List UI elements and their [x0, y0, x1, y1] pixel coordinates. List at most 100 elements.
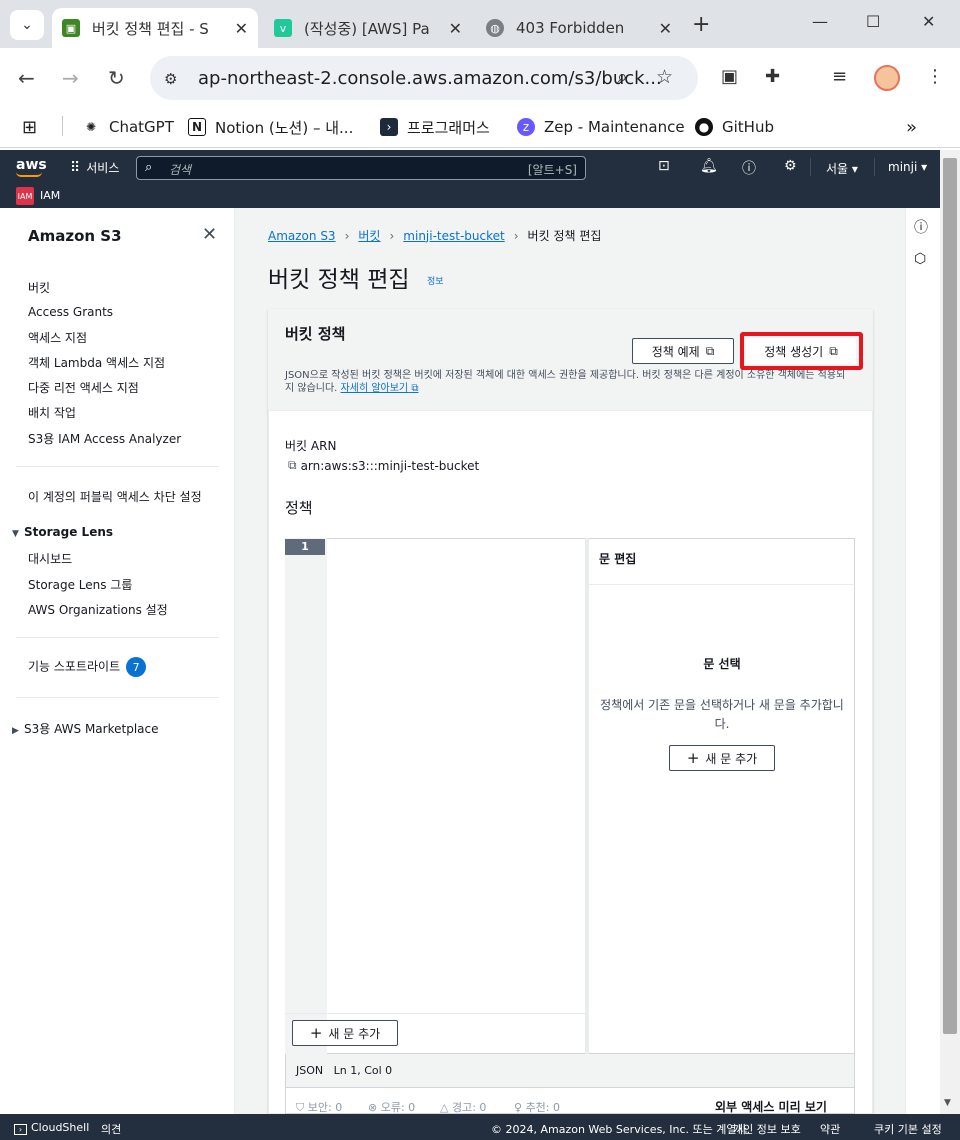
- tab-search-button[interactable]: ⌄: [10, 10, 44, 40]
- highlight-annotation: [740, 332, 863, 370]
- sidebar-item-access-analyzer[interactable]: S3용 IAM Access Analyzer: [28, 430, 181, 447]
- github-icon: ●: [695, 118, 713, 136]
- policy-json-editor[interactable]: [285, 538, 855, 1054]
- editor-divider: [285, 1013, 585, 1014]
- sidebar-item-dashboards[interactable]: 대시보드: [28, 550, 72, 567]
- privacy-link[interactable]: 개인 정보 보호: [733, 1121, 801, 1137]
- close-window-icon[interactable]: ✕: [922, 12, 935, 31]
- reload-icon[interactable]: ↻: [108, 66, 125, 90]
- breadcrumb-current: 버킷 정책 편집: [527, 229, 602, 243]
- nav-divider: [810, 158, 811, 176]
- extensions-icon[interactable]: ✚: [765, 66, 780, 87]
- tab-bucket-policy[interactable]: ▣ 버킷 정책 편집 - S ✕: [52, 8, 258, 48]
- chevron-right-icon: ›: [344, 228, 350, 243]
- sidebar-item-feature-spotlight[interactable]: 기능 스포트라이트 7: [28, 657, 147, 677]
- url-text[interactable]: ap-northeast-2.console.aws.amazon.com/s3…: [198, 68, 662, 89]
- add-statement-button[interactable]: + 새 문 추가: [292, 1020, 398, 1046]
- feedback-link[interactable]: 의견: [101, 1121, 121, 1137]
- notion-icon: N: [188, 118, 206, 136]
- sidebar-item-public-access-block[interactable]: 이 계정의 퍼블릭 액세스 차단 설정: [28, 488, 202, 505]
- forward-icon[interactable]: →: [62, 66, 79, 90]
- extension-notes-icon[interactable]: ▣: [721, 66, 738, 87]
- services-menu[interactable]: ⠿ 서비스: [70, 159, 119, 176]
- iam-service-icon[interactable]: IAM: [16, 187, 34, 205]
- bookmark-programmers[interactable]: › 프로그래머스: [380, 116, 490, 138]
- aws-search-input[interactable]: ⌕ 검색 [알트+S]: [136, 156, 586, 180]
- close-icon[interactable]: ✕: [202, 224, 217, 245]
- media-queue-icon[interactable]: ≡: [832, 66, 847, 87]
- sidebar-divider: [16, 637, 219, 638]
- breadcrumb-bucket[interactable]: minji-test-bucket: [403, 229, 504, 243]
- close-icon[interactable]: ✕: [449, 19, 462, 38]
- info-panel-icon[interactable]: ⓘ: [914, 217, 928, 237]
- breadcrumb-amazon-s3[interactable]: Amazon S3: [268, 229, 336, 243]
- new-tab-icon[interactable]: +: [692, 12, 710, 37]
- sidebar-item-access-grants[interactable]: Access Grants: [28, 305, 113, 319]
- sidebar-item-storage-lens-groups[interactable]: Storage Lens 그룹: [28, 576, 132, 593]
- gear-icon[interactable]: ⚙: [784, 158, 797, 174]
- cloudshell-icon[interactable]: ⊡: [658, 158, 670, 174]
- security-count[interactable]: ⛉ 보안: 0: [296, 1099, 342, 1115]
- zoom-icon[interactable]: ⌕: [617, 66, 628, 88]
- editor-gutter: [285, 538, 327, 1054]
- policy-examples-button[interactable]: 정책 예제 ⧉: [632, 338, 734, 364]
- suggestions-count[interactable]: ♀ 추천: 0: [514, 1099, 560, 1115]
- feedback-panel-icon[interactable]: ⬡: [914, 251, 926, 267]
- preview-external-access[interactable]: 외부 액세스 미리 보기: [715, 1098, 827, 1115]
- copy-icon[interactable]: ⧉: [288, 458, 297, 473]
- close-icon[interactable]: ✕: [235, 19, 248, 38]
- bookmark-notion[interactable]: N Notion (노션) – 내...: [188, 116, 353, 138]
- aws-logo[interactable]: aws: [16, 157, 47, 173]
- sidebar-item-organizations[interactable]: AWS Organizations 설정: [28, 601, 168, 618]
- sidebar-divider: [16, 466, 219, 467]
- help-icon[interactable]: ⓘ: [742, 158, 756, 178]
- minimize-icon[interactable]: —: [812, 12, 828, 31]
- editor-resize-handle[interactable]: [585, 538, 589, 1054]
- cloudshell-button[interactable]: › CloudShell: [14, 1121, 89, 1135]
- sidebar-item-buckets[interactable]: 버킷: [28, 279, 50, 296]
- utility-rail: [905, 208, 940, 1114]
- bookmark-chatgpt[interactable]: ✺ ChatGPT: [82, 116, 174, 138]
- nav-divider: [874, 158, 875, 176]
- breadcrumb-buckets[interactable]: 버킷: [358, 227, 380, 244]
- scrollbar-thumb[interactable]: [943, 158, 957, 1034]
- bookmark-zep[interactable]: z Zep - Maintenance: [517, 116, 685, 138]
- aws-footer: [0, 1114, 960, 1140]
- maximize-icon[interactable]: ☐: [866, 12, 880, 31]
- terms-link[interactable]: 약관: [820, 1121, 840, 1137]
- editor-status: JSON Ln 1, Col 0: [296, 1064, 393, 1077]
- sidebar-item-access-points[interactable]: 액세스 지점: [28, 329, 87, 346]
- aws-smile-icon: [16, 172, 42, 177]
- copyright-text: © 2024, Amazon Web Services, Inc. 또는 계열사…: [491, 1123, 751, 1136]
- line-number: 1: [285, 539, 325, 555]
- tab-velog[interactable]: v (작성중) [AWS] Pa ✕: [264, 8, 472, 48]
- bookmark-github[interactable]: ● GitHub: [695, 116, 774, 138]
- close-icon[interactable]: ✕: [659, 19, 672, 38]
- scroll-down-icon[interactable]: ▼: [944, 1098, 951, 1108]
- sidebar-item-lambda-access-points[interactable]: 객체 Lambda 액세스 지점: [28, 354, 165, 371]
- plus-icon: +: [309, 1024, 323, 1042]
- site-info-icon[interactable]: ⚙: [164, 70, 177, 88]
- errors-count[interactable]: ⊗ 오류: 0: [368, 1099, 415, 1115]
- bell-icon[interactable]: 🔔︎: [700, 158, 718, 174]
- cookie-preferences-link[interactable]: 쿠키 기본 설정: [874, 1121, 942, 1137]
- tab-forbidden[interactable]: ◍ 403 Forbidden ✕: [476, 8, 682, 48]
- sidebar-section-storage-lens[interactable]: ▼ Storage Lens: [12, 525, 113, 539]
- sidebar-item-marketplace[interactable]: ▶ S3용 AWS Marketplace: [12, 720, 159, 737]
- profile-avatar[interactable]: [874, 65, 900, 91]
- lightbulb-icon: ♀: [514, 1101, 523, 1114]
- star-icon[interactable]: ☆: [656, 66, 673, 88]
- add-new-statement-button[interactable]: + 새 문 추가: [669, 745, 775, 771]
- warnings-count[interactable]: △ 경고: 0: [440, 1099, 486, 1115]
- info-link[interactable]: 정보: [427, 274, 444, 287]
- user-menu[interactable]: minji ▾: [888, 160, 927, 174]
- region-selector[interactable]: 서울 ▾: [826, 160, 858, 177]
- menu-kebab-icon[interactable]: ⋮: [926, 66, 944, 87]
- apps-grid-icon[interactable]: ⊞: [22, 116, 37, 138]
- pinned-iam-link[interactable]: IAM: [40, 189, 60, 202]
- sidebar-item-batch-ops[interactable]: 배치 작업: [28, 404, 76, 421]
- learn-more-link[interactable]: 자세히 알아보기 ⧉: [341, 383, 419, 394]
- more-bookmarks-icon[interactable]: »: [906, 116, 917, 138]
- sidebar-item-multi-region[interactable]: 다중 리전 액세스 지점: [28, 379, 139, 396]
- back-icon[interactable]: ←: [18, 66, 35, 90]
